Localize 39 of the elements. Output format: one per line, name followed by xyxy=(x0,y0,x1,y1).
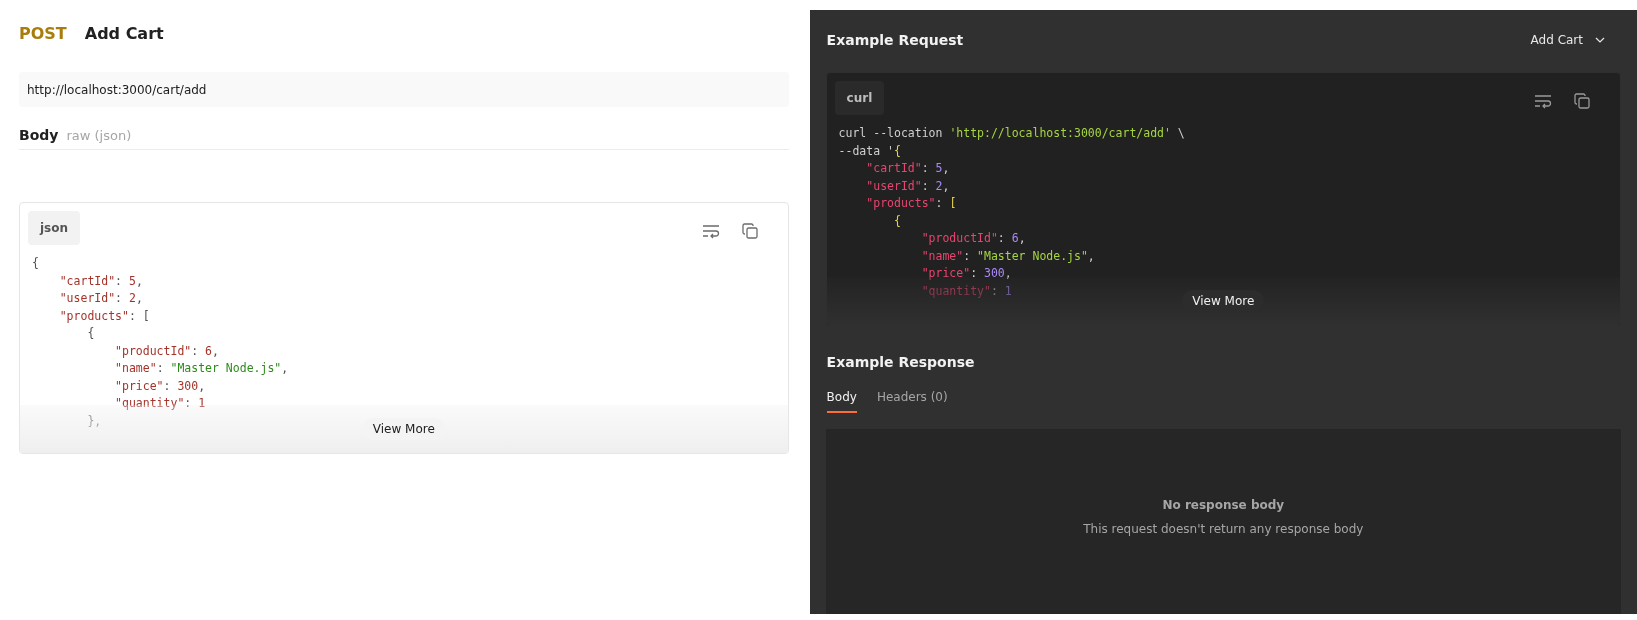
chevron-icon xyxy=(1595,37,1605,43)
code-line: "products": [ xyxy=(865,195,957,212)
code-line: "userId": 2, xyxy=(865,177,950,195)
body-type: raw (json) xyxy=(66,128,132,143)
body-label: Body xyxy=(19,127,59,143)
wrap-icon[interactable] xyxy=(1534,93,1552,109)
code-line: "products": [ xyxy=(58,307,150,325)
response-tab[interactable]: Body xyxy=(826,386,857,413)
copy-icon[interactable] xyxy=(1574,93,1590,109)
code-line: "cartId": 5, xyxy=(58,272,143,290)
code-line: { xyxy=(86,325,95,342)
http-method: POST xyxy=(19,23,67,43)
empty-message: This request doesn't return any response body xyxy=(1083,521,1364,536)
code-line: curl --location 'http://localhost:3000/cart/add' \ xyxy=(838,125,1185,142)
code-line: "productId": 6, xyxy=(114,342,219,360)
language-tab[interactable]: json xyxy=(28,211,81,245)
code-line: "cartId": 5, xyxy=(865,160,950,177)
code-line: { xyxy=(892,212,901,230)
code-line: "quantity": 1 xyxy=(920,282,1012,300)
section-title: Example Response xyxy=(826,354,976,370)
example-dropdown[interactable]: Add Cart xyxy=(1530,33,1605,47)
wrap-icon[interactable] xyxy=(701,223,720,239)
code-line: }, xyxy=(86,412,102,430)
code-line: "price": 300, xyxy=(114,377,206,395)
code-line: { xyxy=(32,255,39,272)
copy-icon[interactable] xyxy=(741,223,758,239)
language-tab[interactable]: curl xyxy=(834,81,885,115)
url-field[interactable]: http://localhost:3000/cart/add xyxy=(19,72,789,107)
code-line: "userId": 2, xyxy=(58,290,143,307)
code-line: "price": 300, xyxy=(920,265,1012,282)
code-line: --data '{ xyxy=(838,142,901,160)
section-title: Example Request xyxy=(826,32,964,48)
code-line: "quantity": 1 xyxy=(114,395,206,412)
empty-title: No response body xyxy=(1162,497,1285,512)
code-line: "name": "Master Node.js", xyxy=(920,247,1095,265)
code-line: "productId": 6, xyxy=(920,230,1026,247)
code-line: "name": "Master Node.js", xyxy=(114,360,289,377)
request-name: Add Cart xyxy=(84,23,164,43)
response-tab[interactable]: Headers (0) xyxy=(876,386,948,413)
